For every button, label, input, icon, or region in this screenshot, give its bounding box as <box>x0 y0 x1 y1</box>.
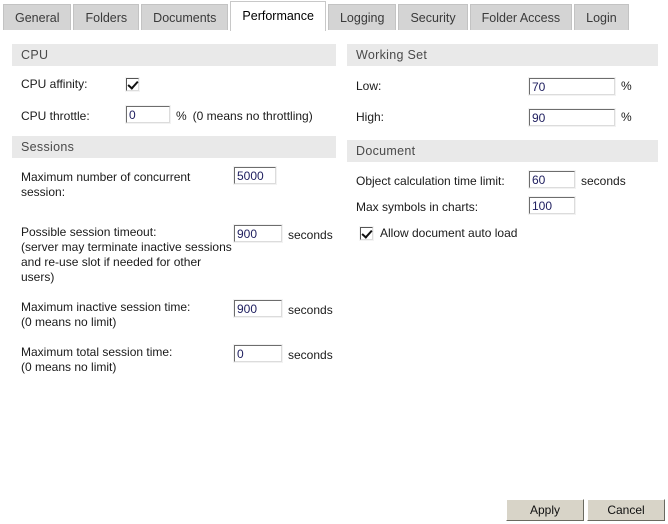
max-inactive-session-row: Maximum inactive session time: (0 means … <box>21 291 336 330</box>
max-concurrent-session-input[interactable]: 5000 <box>233 166 277 185</box>
working-set-high-label: High: <box>356 109 385 124</box>
document-section: Document Object calculation time limit: … <box>347 140 658 241</box>
sessions-section-header: Sessions <box>12 136 336 158</box>
possible-session-timeout-line1: Possible session timeout: <box>21 225 157 239</box>
tab-folders[interactable]: Folders <box>73 4 140 30</box>
tab-login[interactable]: Login <box>574 4 629 30</box>
document-section-header: Document <box>347 140 658 162</box>
tab-folder-access[interactable]: Folder Access <box>469 4 573 30</box>
object-calc-time-limit-unit: seconds <box>581 174 626 188</box>
max-inactive-session-line1: Maximum inactive session time: <box>21 300 191 314</box>
cpu-throttle-input[interactable]: 0 <box>125 105 171 124</box>
max-symbols-in-charts-label: Max symbols in charts: <box>356 200 479 214</box>
max-total-session-line2: (0 means no limit) <box>21 360 117 374</box>
sessions-section: Sessions Maximum number of concurrent se… <box>12 136 336 375</box>
max-inactive-session-unit: seconds <box>288 303 333 317</box>
possible-session-timeout-unit: seconds <box>288 228 333 242</box>
max-inactive-session-label: Maximum inactive session time: (0 means … <box>21 291 234 330</box>
max-concurrent-session-row: Maximum number of concurrent session: 50… <box>21 166 336 200</box>
cpu-section-header: CPU <box>12 44 336 66</box>
footer-bar: Apply Cancel <box>0 494 668 524</box>
apply-button[interactable]: Apply <box>506 499 584 521</box>
working-set-high-input[interactable]: 90 <box>528 107 616 127</box>
working-set-low-row: Low: 70 % <box>356 75 658 97</box>
cancel-button[interactable]: Cancel <box>587 499 665 521</box>
allow-document-auto-load-row[interactable]: Allow document auto load <box>356 225 658 241</box>
possible-session-timeout-label: Possible session timeout: (server may te… <box>21 208 234 285</box>
object-calc-time-limit-input[interactable]: 60 <box>528 170 576 189</box>
possible-session-timeout-line3: and re-use slot if needed for other user… <box>21 255 202 284</box>
max-total-session-label: Maximum total session time: (0 means no … <box>21 336 234 375</box>
tab-security[interactable]: Security <box>398 4 468 30</box>
cpu-throttle-label: CPU throttle: <box>21 109 90 123</box>
max-total-session-line1: Maximum total session time: <box>21 345 173 359</box>
cpu-throttle-unit: % <box>176 109 187 123</box>
working-set-section-header: Working Set <box>347 44 658 66</box>
object-calc-time-limit-row: Object calculation time limit: 60 second… <box>356 170 658 189</box>
possible-session-timeout-input[interactable]: 900 <box>233 224 283 243</box>
max-total-session-unit: seconds <box>288 348 333 362</box>
performance-settings-panel: CPU CPU affinity: CPU throttle: 0 % (0 m… <box>0 30 668 524</box>
tab-bar: General Folders Documents Performance Lo… <box>0 0 668 31</box>
cpu-affinity-row: CPU affinity: <box>21 75 336 94</box>
possible-session-timeout-row: Possible session timeout: (server may te… <box>21 208 336 285</box>
tab-logging[interactable]: Logging <box>327 4 397 30</box>
cpu-affinity-checkbox[interactable] <box>125 77 140 92</box>
tab-documents[interactable]: Documents <box>141 4 229 30</box>
max-symbols-in-charts-row: Max symbols in charts: 100 <box>356 196 658 215</box>
footer-button-group: Apply Cancel <box>503 499 665 521</box>
max-inactive-session-input[interactable]: 900 <box>233 299 283 318</box>
possible-session-timeout-line2: (server may terminate inactive sessions <box>21 240 232 254</box>
cpu-affinity-label: CPU affinity: <box>21 77 88 91</box>
working-set-low-input[interactable]: 70 <box>528 76 616 96</box>
allow-document-auto-load-label: Allow document auto load <box>380 226 518 240</box>
right-column: Working Set Low: 70 % High: 90 % Documen… <box>347 44 658 241</box>
object-calc-time-limit-label: Object calculation time limit: <box>356 174 505 188</box>
max-inactive-session-line2: (0 means no limit) <box>21 315 117 329</box>
allow-document-auto-load-checkbox[interactable] <box>359 225 374 241</box>
cpu-section: CPU CPU affinity: CPU throttle: 0 % (0 m… <box>12 44 336 124</box>
max-total-session-row: Maximum total session time: (0 means no … <box>21 336 336 375</box>
max-symbols-in-charts-input[interactable]: 100 <box>528 196 576 215</box>
max-total-session-input[interactable]: 0 <box>233 344 283 363</box>
working-set-high-row: High: 90 % <box>356 106 658 128</box>
working-set-high-unit: % <box>621 110 632 124</box>
max-concurrent-session-label: Maximum number of concurrent session: <box>21 170 191 199</box>
cpu-throttle-hint: (0 means no throttling) <box>192 109 313 123</box>
working-set-low-label: Low: <box>356 78 382 93</box>
working-set-section: Working Set Low: 70 % High: 90 % <box>347 44 658 128</box>
tab-general[interactable]: General <box>3 4 72 30</box>
tab-performance[interactable]: Performance <box>230 1 326 31</box>
left-column: CPU CPU affinity: CPU throttle: 0 % (0 m… <box>12 44 336 383</box>
working-set-low-unit: % <box>621 79 632 93</box>
cpu-throttle-row: CPU throttle: 0 % (0 means no throttling… <box>21 105 336 124</box>
